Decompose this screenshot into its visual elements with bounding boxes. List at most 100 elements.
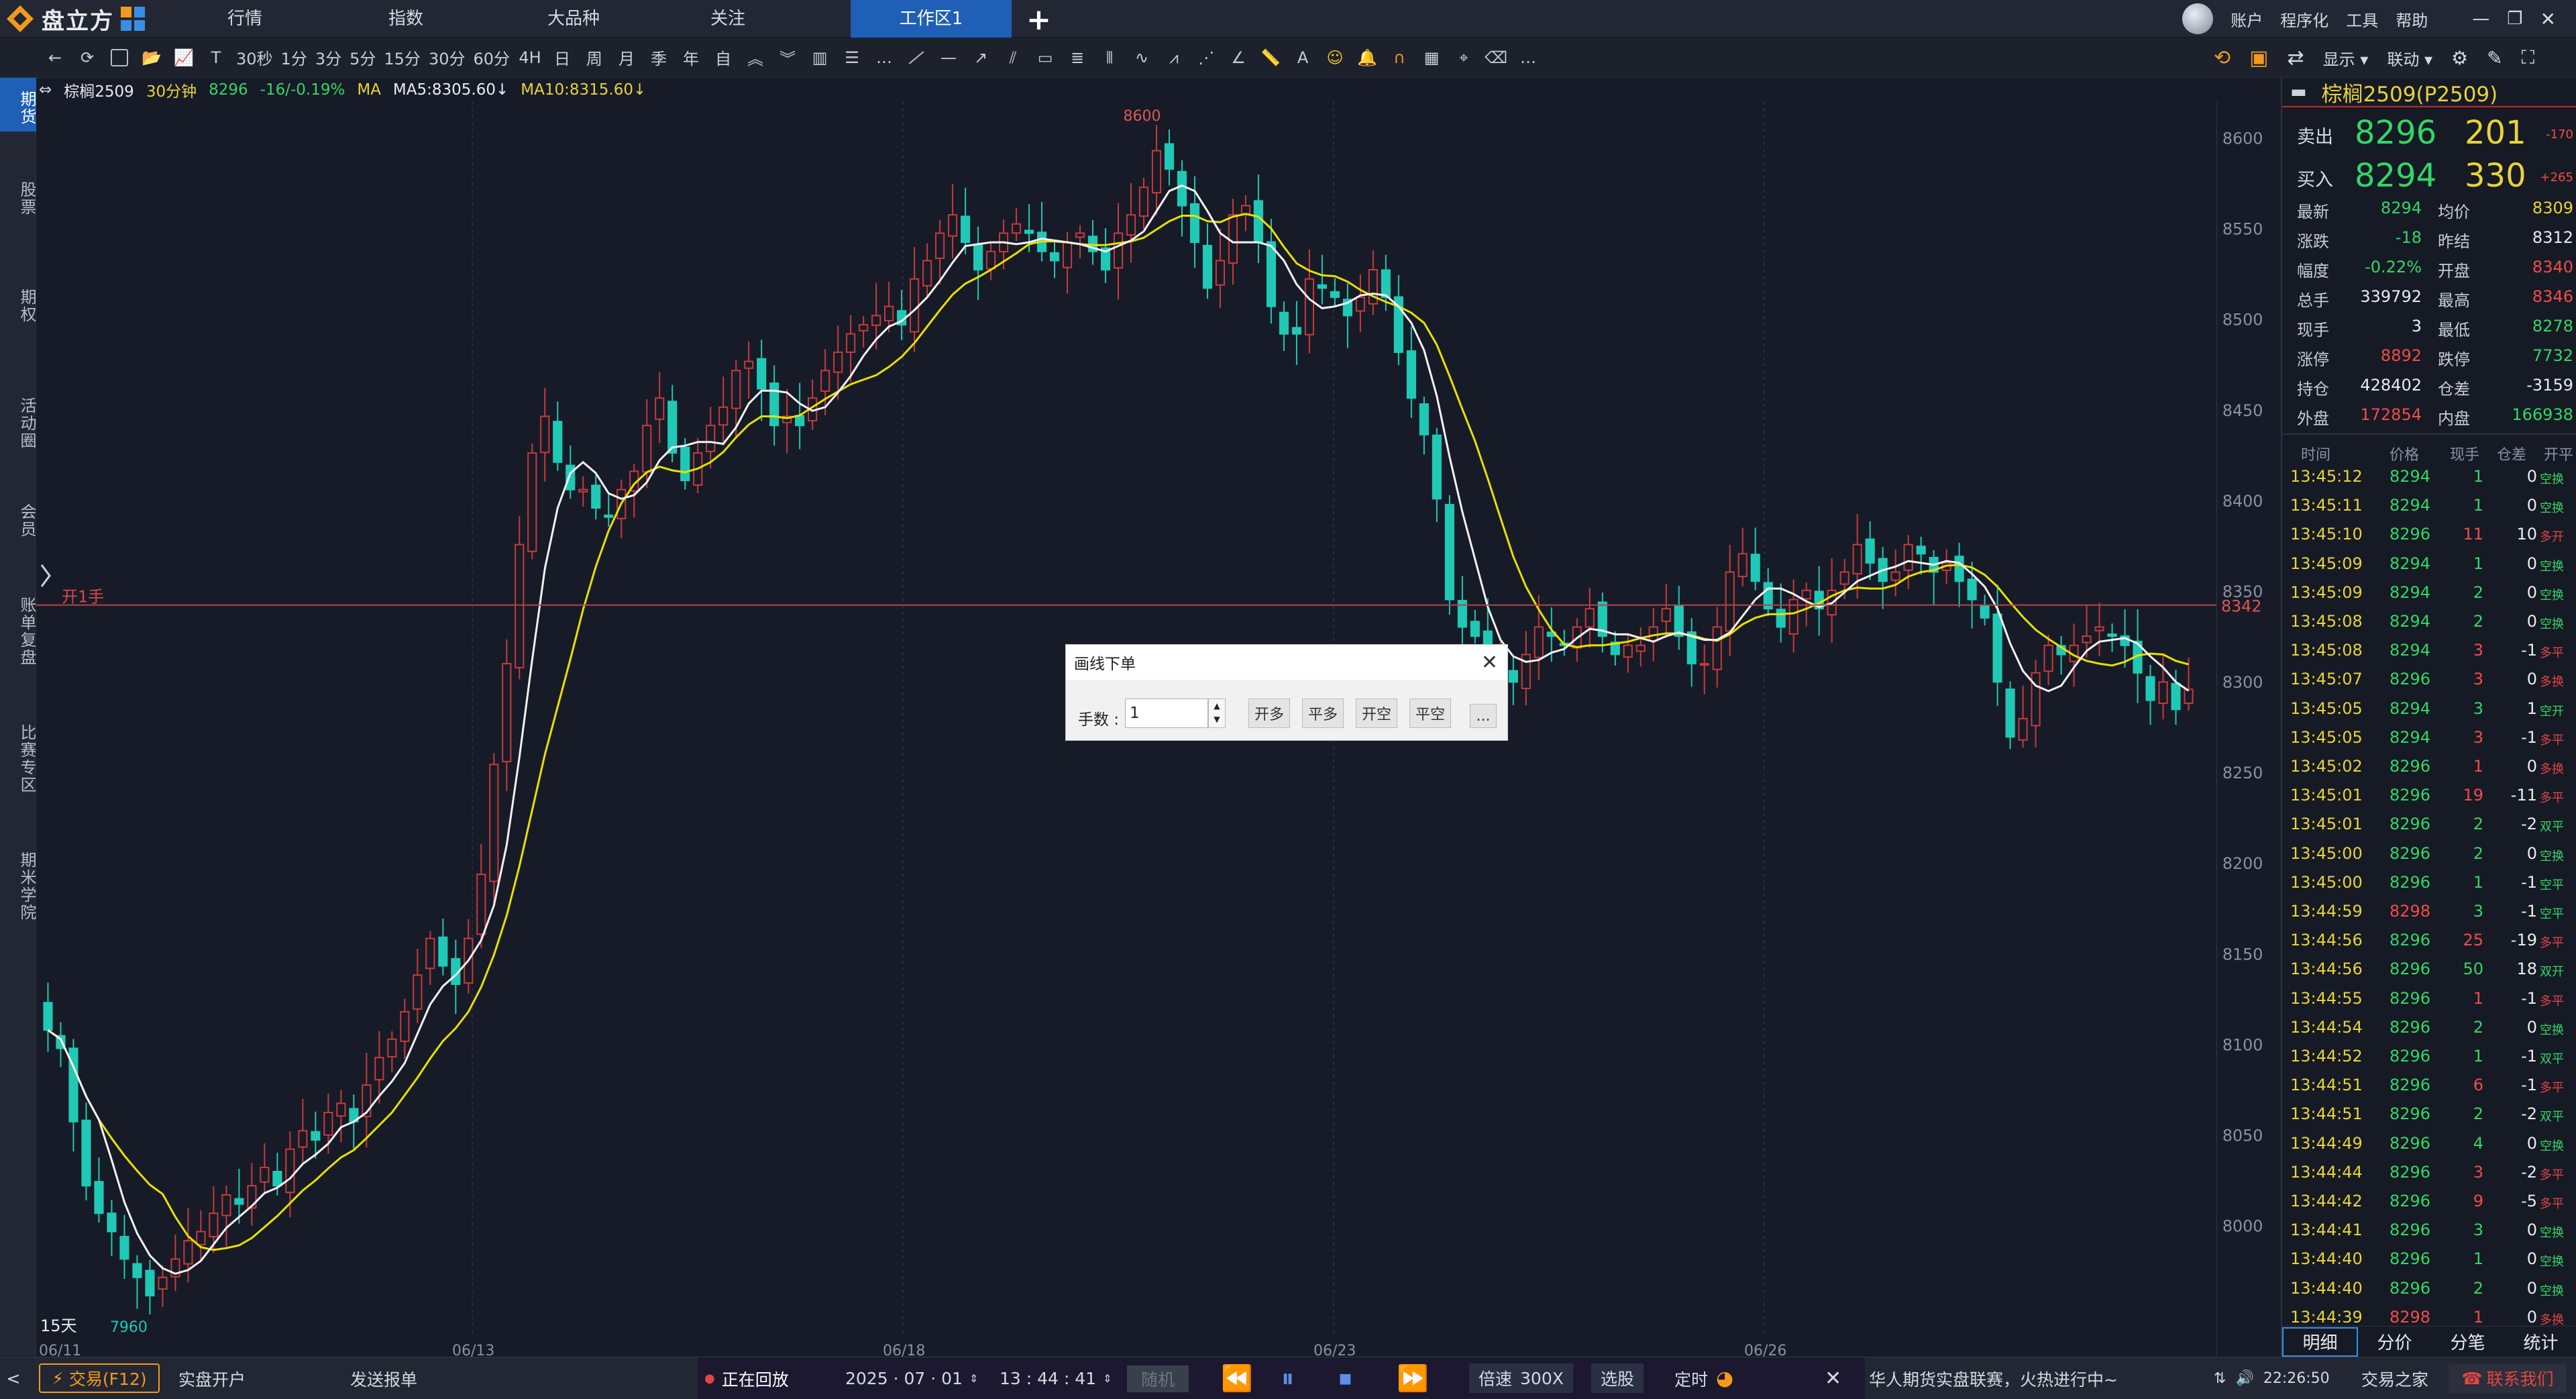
chart-type-icon[interactable]: 📈 (168, 38, 200, 78)
zoom-out-icon[interactable]: ︾ (771, 38, 804, 78)
candle-body[interactable] (425, 937, 435, 970)
candle-body[interactable] (1967, 578, 1977, 601)
candle-body[interactable] (2184, 688, 2194, 705)
rewind-icon[interactable]: ⏪ (1221, 1357, 1252, 1399)
trade-row[interactable]: 13:44:55 8296 1 -1 多平 (2282, 989, 2576, 1018)
quote-title[interactable]: 棕榈2509(P2509) (2322, 77, 2498, 107)
candle-body[interactable] (947, 214, 958, 237)
candle-body[interactable] (2082, 635, 2092, 643)
trade-row[interactable]: 13:44:56 8296 50 18 双开 (2282, 960, 2576, 988)
trade-row[interactable]: 13:44:42 8296 9 -5 多平 (2282, 1192, 2576, 1221)
grid-icon[interactable]: ▦ (1415, 38, 1448, 78)
candle-body[interactable] (158, 1276, 168, 1290)
eraser-icon[interactable]: ⌫ (1480, 38, 1512, 78)
channel-tool-icon[interactable]: ⫽ (997, 38, 1029, 78)
candle-body[interactable] (769, 382, 780, 427)
buy-price[interactable]: 8294 (2355, 157, 2436, 195)
candle-body[interactable] (1508, 670, 1518, 683)
period-15m[interactable]: 15分 (380, 38, 425, 78)
candle-body[interactable] (1419, 403, 1429, 435)
more-options-button[interactable]: ... (1470, 704, 1497, 728)
expand-sidebar-icon[interactable] (40, 564, 51, 587)
candle-body[interactable] (1699, 663, 1709, 666)
period-4h[interactable]: 4H (514, 38, 546, 78)
candle-body[interactable] (1113, 232, 1124, 269)
candle-body[interactable] (1011, 223, 1022, 234)
trade-row[interactable]: 13:44:56 8296 25 -19 多平 (2282, 931, 2576, 960)
candle-body[interactable] (1138, 187, 1149, 217)
candle-body[interactable] (502, 663, 512, 762)
tab-major[interactable]: 大品种 (523, 0, 624, 38)
candle-body[interactable] (400, 1011, 410, 1042)
sidebar-item-academy[interactable]: 期米学院 (0, 829, 36, 943)
candle-body[interactable] (1279, 311, 1289, 335)
trade-row[interactable]: 13:45:09 8294 2 0 空换 (2282, 583, 2576, 612)
candle-body[interactable] (1635, 644, 1646, 652)
trade-row[interactable]: 13:44:40 8296 1 0 空换 (2282, 1249, 2576, 1278)
candle-body[interactable] (2005, 688, 2015, 738)
collapse-left-icon[interactable]: < (0, 1357, 27, 1399)
candle-body[interactable] (795, 415, 805, 427)
sidebar-item-futures[interactable]: 期货 (0, 78, 36, 132)
wave-tool-icon[interactable]: ∿ (1126, 38, 1158, 78)
candle-body[interactable] (94, 1181, 104, 1214)
candle-body[interactable] (1164, 143, 1175, 170)
avatar[interactable] (2182, 3, 2214, 34)
sidebar-item-stocks[interactable]: 股票 (0, 165, 36, 232)
replay-time[interactable]: 13 : 44 : 41 ⇕ (1000, 1357, 1112, 1399)
period-1m[interactable]: 1分 (277, 38, 311, 78)
trade-row[interactable]: 13:45:11 8294 1 0 空换 (2282, 496, 2576, 525)
trade-row[interactable]: 13:44:59 8298 3 -1 空平 (2282, 902, 2576, 931)
open-long-button[interactable]: 开多 (1248, 698, 1291, 728)
refresh-icon[interactable]: ⟳ (71, 38, 103, 78)
trade-row[interactable]: 13:44:49 8296 4 0 空换 (2282, 1134, 2576, 1163)
sell-price[interactable]: 8296 (2355, 114, 2436, 152)
tab-index[interactable]: 指数 (362, 0, 449, 38)
trade-row[interactable]: 13:45:12 8294 1 0 空换 (2282, 467, 2576, 496)
candle-body[interactable] (221, 1194, 231, 1216)
candle-body[interactable] (1151, 150, 1162, 194)
candle-body[interactable] (323, 1112, 333, 1136)
candle-body[interactable] (642, 425, 652, 473)
candle-body[interactable] (2158, 681, 2168, 705)
candle-body[interactable] (1317, 284, 1327, 289)
sidebar-item-review[interactable]: 账单复盘 (0, 574, 36, 688)
candle-body[interactable] (2094, 626, 2104, 631)
replay-date[interactable]: 2025 · 07 · 01 ⇕ (845, 1357, 978, 1399)
crosshair-icon[interactable]: ⌖ (1448, 38, 1480, 78)
candle-body[interactable] (604, 514, 614, 518)
candle-body[interactable] (846, 333, 856, 353)
text-a-icon[interactable]: A (1287, 38, 1319, 78)
open-account-button[interactable]: 实盘开户 (178, 1357, 246, 1399)
candle-body[interactable] (336, 1102, 346, 1117)
candle-body[interactable] (196, 1231, 206, 1245)
trade-row[interactable]: 13:45:01 8296 2 -2 双平 (2282, 815, 2576, 843)
candle-body[interactable] (1865, 538, 1875, 564)
close-replay-icon[interactable]: ✕ (1825, 1357, 1841, 1399)
candle-body[interactable] (1177, 170, 1187, 207)
candle-body[interactable] (820, 370, 830, 392)
menu-account[interactable]: 账户 (2231, 7, 2263, 31)
settings-icon[interactable]: ⚙ (2451, 47, 2468, 69)
candle-body[interactable] (718, 406, 729, 426)
calendar-icon[interactable]: ▣ (2249, 46, 2268, 70)
candle-body[interactable] (578, 488, 588, 493)
sidebar-item-member[interactable]: 会员 (0, 487, 36, 554)
candle-body[interactable] (1661, 608, 1671, 622)
ray-tool-icon[interactable]: ↗ (965, 38, 997, 78)
candle-body[interactable] (655, 397, 665, 420)
candle-body[interactable] (2107, 633, 2117, 637)
candle-body[interactable] (566, 464, 576, 490)
minimize-icon[interactable]: — (2472, 9, 2489, 29)
speed-control[interactable]: 倍速 300X (1469, 1363, 1573, 1393)
candle-body[interactable] (298, 1130, 308, 1148)
candle-body[interactable] (515, 543, 525, 668)
candle-body[interactable] (706, 425, 716, 452)
trade-row[interactable]: 13:45:00 8296 1 -1 空平 (2282, 873, 2576, 902)
trade-row[interactable]: 13:44:40 8296 2 0 空换 (2282, 1279, 2576, 1308)
candle-body[interactable] (272, 1170, 282, 1187)
candle-body[interactable] (438, 936, 448, 967)
trades-tab-2[interactable]: 分笔 (2431, 1327, 2504, 1357)
candle-body[interactable] (285, 1148, 295, 1194)
candle-body[interactable] (922, 260, 932, 287)
